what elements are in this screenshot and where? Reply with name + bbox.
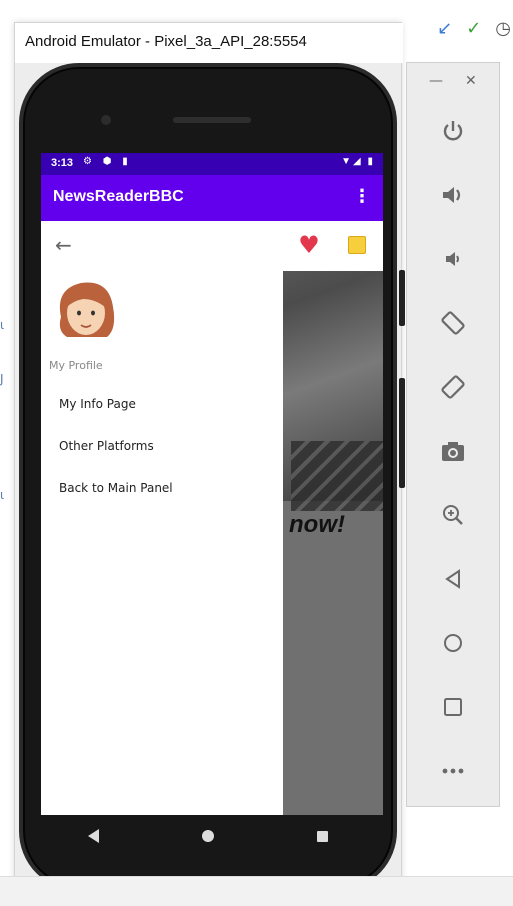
nav-recents-icon[interactable] [316,830,328,842]
typewriter-keys [291,441,383,511]
profile-label: My Profile [49,359,103,372]
navigation-drawer: ← My Profile My Info Page Other Platform… [41,221,283,815]
home-icon[interactable] [435,625,471,661]
earpiece-speaker [173,117,251,123]
ide-gutter: J [0,372,4,386]
nav-home-icon[interactable] [201,830,214,842]
heart-icon[interactable]: ♥ [297,231,321,259]
drawer-item-other-platforms[interactable]: Other Platforms [59,439,154,453]
checkmark-icon[interactable]: ✓ [466,18,481,39]
nav-back-icon[interactable] [88,829,100,843]
close-icon[interactable]: ✕ [465,73,477,89]
controls-header: — ✕ [407,73,501,97]
ide-toolbar: ↙ ✓ ◷ [437,18,511,39]
volume-down-icon[interactable] [435,241,471,277]
drawer-item-my-info[interactable]: My Info Page [59,397,136,411]
front-camera [101,115,111,125]
overflow-menu-icon[interactable]: ⋮ [353,186,371,207]
note-icon[interactable] [345,233,369,257]
zoom-icon[interactable] [435,497,471,533]
more-icon[interactable] [435,753,471,789]
emulator-window: Android Emulator - Pixel_3a_API_28:5554 … [14,22,403,898]
emulator-title: Android Emulator - Pixel_3a_API_28:5554 [25,33,307,50]
system-icons: ▼◢ ▮ [341,156,375,167]
minimize-icon[interactable]: — [429,73,443,89]
app-bar: NewsReaderBBC ⋮ [41,175,383,221]
profile-avatar[interactable] [53,277,119,345]
rotate-left-icon[interactable] [435,305,471,341]
rotate-right-icon[interactable] [435,369,471,405]
ide-bottom-strip [0,876,513,906]
power-icon[interactable] [435,113,471,149]
clock-icon[interactable]: ◷ [495,18,511,39]
status-time: 3:13 [51,157,74,169]
back-icon[interactable] [435,561,471,597]
status-bar: 3:13 ⚙ ⬢ ▮ ▼◢ ▮ [41,153,383,175]
arrow-icon[interactable]: ↙ [437,18,452,39]
volume-up-icon[interactable] [435,177,471,213]
emulator-titlebar[interactable]: Android Emulator - Pixel_3a_API_28:5554 [15,23,403,63]
phone-screen[interactable]: 3:13 ⚙ ⬢ ▮ ▼◢ ▮ NewsReaderBBC ⋮ ♥ now! ←… [41,153,383,815]
back-arrow-icon[interactable]: ← [55,233,72,257]
overview-icon[interactable] [435,689,471,725]
app-title: NewsReaderBBC [53,188,184,205]
ide-gutter: ι [0,488,5,502]
camera-icon[interactable] [435,433,471,469]
emulator-controls-panel: — ✕ [406,62,500,807]
drawer-item-back-main[interactable]: Back to Main Panel [59,481,173,495]
notification-icons: ⚙ ⬢ ▮ [83,156,132,167]
headline-text: now! [289,511,345,538]
phone-frame: 3:13 ⚙ ⬢ ▮ ▼◢ ▮ NewsReaderBBC ⋮ ♥ now! ←… [19,63,397,891]
ide-gutter: ι [0,318,5,332]
volume-button [399,378,405,488]
android-nav-bar [37,813,379,859]
power-button [399,270,405,326]
